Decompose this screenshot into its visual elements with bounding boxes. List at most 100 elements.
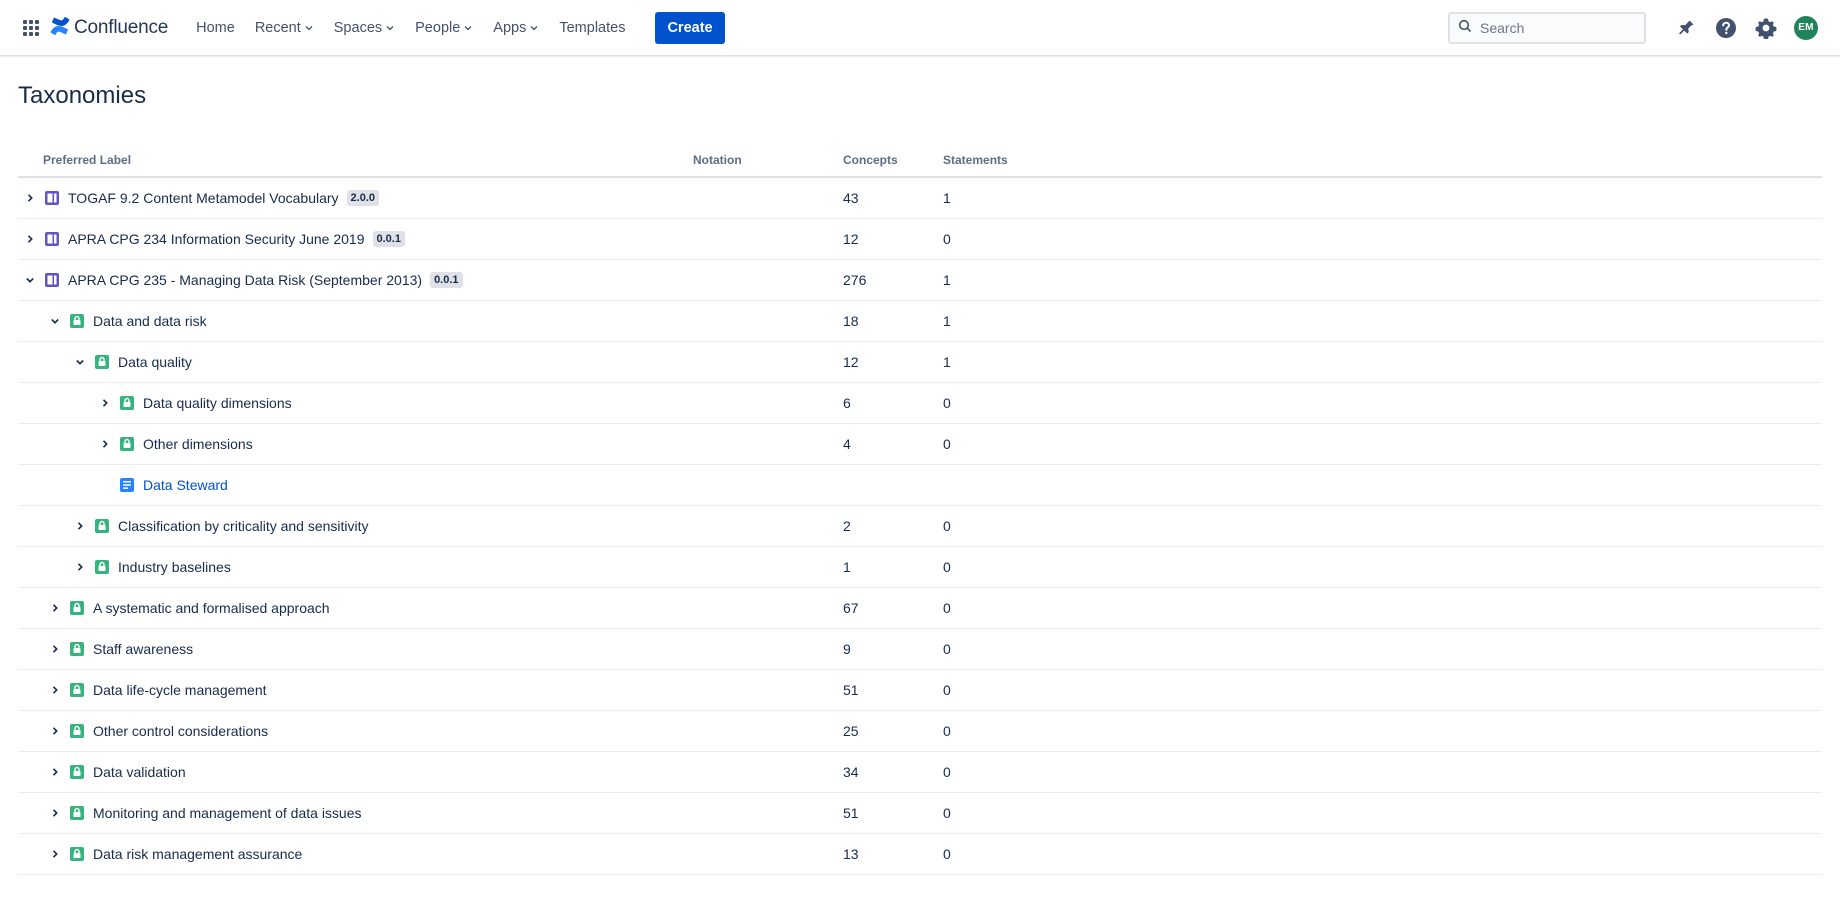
table-body: TOGAF 9.2 Content Metamodel Vocabulary 2.…	[18, 178, 1822, 875]
row-statements-count: 0	[943, 559, 951, 575]
top-navigation: Confluence Home Recent Spaces People App…	[0, 0, 1840, 56]
app-switcher-icon[interactable]	[20, 17, 42, 39]
header-statements[interactable]: Statements	[943, 153, 1143, 167]
concept-icon	[69, 805, 85, 821]
row-link[interactable]: Data Steward	[143, 477, 228, 493]
app-name: Confluence	[74, 16, 169, 38]
nav-recent-label: Recent	[254, 19, 301, 36]
header-preferred-label[interactable]: Preferred Label	[18, 153, 693, 167]
taxonomy-icon	[44, 231, 60, 247]
table-row[interactable]: APRA CPG 234 Information Security June 2…	[18, 219, 1822, 260]
table-row[interactable]: A systematic and formalised approach 67 0	[18, 588, 1822, 629]
table-header: Preferred Label Notation Concepts Statem…	[18, 144, 1822, 178]
row-concepts-count: 67	[843, 600, 859, 616]
row-concepts-count: 51	[843, 682, 859, 698]
table-row[interactable]: Data risk management assurance 13 0	[18, 834, 1822, 875]
nav-home[interactable]: Home	[188, 14, 243, 42]
confluence-logo[interactable]: Confluence	[50, 16, 168, 39]
concept-icon	[94, 559, 110, 575]
row-label-cell: Industry baselines	[18, 557, 693, 577]
nav-apps-label: Apps	[493, 19, 527, 36]
row-concepts-count: 25	[843, 723, 859, 739]
version-badge: 2.0.0	[346, 190, 380, 206]
row-statements-count: 0	[943, 846, 951, 862]
row-label-cell: Monitoring and management of data issues	[18, 803, 693, 823]
chevron-right-icon[interactable]	[70, 557, 90, 577]
row-statements-count: 1	[943, 190, 951, 206]
table-row[interactable]: Data validation 34 0	[18, 752, 1822, 793]
row-label-cell: Data life-cycle management	[18, 680, 693, 700]
profile-button[interactable]: EM	[1790, 12, 1822, 44]
row-concepts-count: 12	[843, 231, 859, 247]
row-label: Data and data risk	[93, 313, 207, 329]
chevron-down-icon[interactable]	[45, 311, 65, 331]
row-label: Other control considerations	[93, 723, 269, 739]
nav-apps[interactable]: Apps	[485, 13, 547, 43]
table-row[interactable]: Data Steward	[18, 465, 1822, 506]
table-row[interactable]: Monitoring and management of data issues…	[18, 793, 1822, 834]
table-row[interactable]: Classification by criticality and sensit…	[18, 506, 1822, 547]
chevron-right-icon[interactable]	[45, 680, 65, 700]
chevron-right-icon[interactable]	[20, 188, 40, 208]
row-statements-count: 0	[943, 600, 951, 616]
table-row[interactable]: TOGAF 9.2 Content Metamodel Vocabulary 2.…	[18, 178, 1822, 219]
row-label: Data quality dimensions	[143, 395, 292, 411]
concept-icon	[69, 723, 85, 739]
toggle-placeholder	[95, 475, 115, 495]
table-row[interactable]: Data quality 12 1	[18, 342, 1822, 383]
notifications-icon[interactable]	[1670, 12, 1702, 44]
nav-recent[interactable]: Recent	[247, 13, 322, 43]
concept-icon	[69, 764, 85, 780]
row-concepts-count: 276	[843, 272, 867, 288]
table-row[interactable]: Staff awareness 9 0	[18, 629, 1822, 670]
row-label-cell: Data quality dimensions	[18, 393, 693, 413]
table-row[interactable]: Industry baselines 1 0	[18, 547, 1822, 588]
row-label-cell: A systematic and formalised approach	[18, 598, 693, 618]
nav-templates[interactable]: Templates	[551, 14, 633, 42]
chevron-right-icon[interactable]	[45, 803, 65, 823]
row-label-cell: Data quality	[18, 352, 693, 372]
row-label-cell: Data validation	[18, 762, 693, 782]
row-statements-count: 0	[943, 395, 951, 411]
header-concepts[interactable]: Concepts	[843, 153, 943, 167]
row-label: Data life-cycle management	[93, 682, 267, 698]
version-badge: 0.0.1	[372, 231, 405, 247]
table-row[interactable]: Other control considerations 25 0	[18, 711, 1822, 752]
row-statements-count: 0	[943, 641, 951, 657]
nav-spaces[interactable]: Spaces	[326, 13, 403, 43]
chevron-down-icon[interactable]	[20, 270, 40, 290]
table-row[interactable]: Data and data risk 18 1	[18, 301, 1822, 342]
nav-people[interactable]: People	[407, 13, 481, 43]
row-statements-count: 0	[943, 518, 951, 534]
table-row[interactable]: APRA CPG 235 - Managing Data Risk (Septe…	[18, 260, 1822, 301]
row-statements-count: 0	[943, 723, 951, 739]
row-concepts-count: 2	[843, 518, 851, 534]
search-input[interactable]	[1480, 19, 1630, 36]
settings-icon[interactable]	[1750, 12, 1782, 44]
chevron-right-icon[interactable]	[45, 762, 65, 782]
concept-icon	[119, 395, 135, 411]
header-notation[interactable]: Notation	[693, 153, 843, 167]
chevron-down-icon	[529, 21, 539, 37]
row-label-cell: Staff awareness	[18, 639, 693, 659]
chevron-right-icon[interactable]	[20, 229, 40, 249]
chevron-right-icon[interactable]	[95, 434, 115, 454]
chevron-right-icon[interactable]	[45, 598, 65, 618]
chevron-right-icon[interactable]	[95, 393, 115, 413]
help-icon[interactable]	[1710, 12, 1742, 44]
table-row[interactable]: Data life-cycle management 51 0	[18, 670, 1822, 711]
chevron-down-icon[interactable]	[70, 352, 90, 372]
row-label-cell: APRA CPG 235 - Managing Data Risk (Septe…	[18, 270, 693, 290]
concept-icon	[69, 313, 85, 329]
search-box[interactable]	[1448, 11, 1646, 44]
chevron-right-icon[interactable]	[70, 516, 90, 536]
row-concepts-count: 34	[843, 764, 859, 780]
chevron-right-icon[interactable]	[45, 721, 65, 741]
table-row[interactable]: Data quality dimensions 6 0	[18, 383, 1822, 424]
nav-people-label: People	[415, 19, 461, 36]
row-statements-count: 1	[943, 354, 951, 370]
chevron-right-icon[interactable]	[45, 844, 65, 864]
chevron-right-icon[interactable]	[45, 639, 65, 659]
create-button[interactable]: Create	[655, 11, 725, 44]
table-row[interactable]: Other dimensions 4 0	[18, 424, 1822, 465]
